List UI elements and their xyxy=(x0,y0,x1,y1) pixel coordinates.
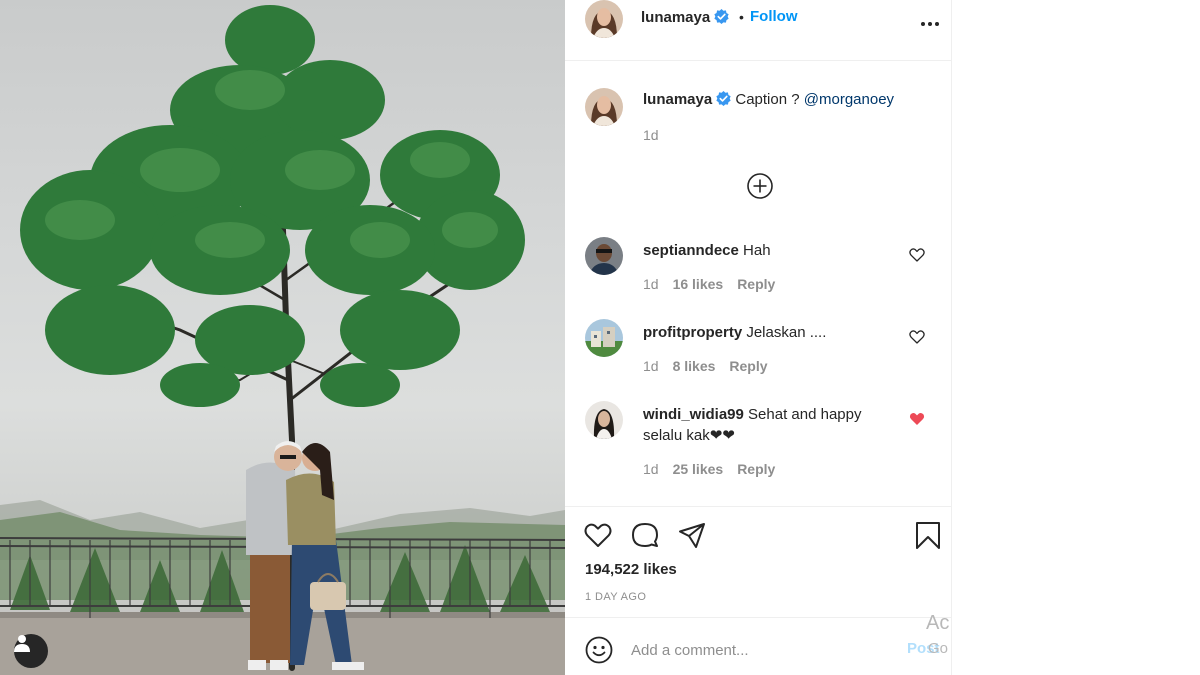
user-tag-icon xyxy=(14,635,30,652)
comment-body: septianndece Hah xyxy=(643,240,903,261)
caption-author-avatar[interactable] xyxy=(585,88,623,126)
bookmark-icon[interactable] xyxy=(913,520,943,550)
caption-line: lunamaya Caption ? @morganoey xyxy=(643,91,894,108)
commenter-avatar[interactable] xyxy=(585,401,623,439)
post-photo[interactable] xyxy=(0,0,565,675)
commenter-username[interactable]: septianndece xyxy=(643,242,739,259)
post-timestamp[interactable]: 1 DAY AGO xyxy=(585,591,646,603)
reply-button[interactable]: Reply xyxy=(729,358,767,374)
comment-likes[interactable]: 16 likes xyxy=(673,276,724,292)
post-details-panel: lunamaya • Follow lunamaya Caption ? @mo… xyxy=(565,0,952,675)
commenter-avatar[interactable] xyxy=(585,237,623,275)
author-avatar[interactable] xyxy=(585,0,623,38)
comment-body: windi_widia99 Sehat and happy selalu kak… xyxy=(643,404,903,446)
commenter-username[interactable]: profitproperty xyxy=(643,324,742,341)
comment-icon[interactable] xyxy=(630,520,660,550)
more-options-icon[interactable] xyxy=(919,6,941,30)
caption-mention-link[interactable]: @morganoey xyxy=(804,91,894,108)
comment-body: profitproperty Jelaskan .... xyxy=(643,322,903,343)
load-more-comments-icon[interactable] xyxy=(747,173,773,199)
add-comment-bar: Post xyxy=(565,617,952,675)
comment-text: Jelaskan .... xyxy=(746,324,827,341)
photo-scene xyxy=(0,5,565,675)
comment-text: Hah xyxy=(743,242,771,259)
comment-timestamp[interactable]: 1d xyxy=(643,461,659,477)
activation-watermark-line2: Go xyxy=(928,640,949,657)
heart-icon[interactable] xyxy=(583,520,613,550)
commenter-username[interactable]: windi_widia99 xyxy=(643,406,744,423)
comment-heart-icon[interactable] xyxy=(909,329,925,345)
comment-likes[interactable]: 25 likes xyxy=(673,461,724,477)
share-icon[interactable] xyxy=(677,520,707,550)
caption-timestamp[interactable]: 1d xyxy=(643,127,659,143)
caption-author-username[interactable]: lunamaya xyxy=(643,91,712,108)
verified-badge-icon xyxy=(714,9,729,24)
verified-badge-icon xyxy=(716,91,731,106)
commenter-avatar[interactable] xyxy=(585,319,623,357)
activation-watermark-line1: Ac xyxy=(926,612,950,634)
author-username[interactable]: lunamaya xyxy=(641,9,729,26)
likes-count[interactable]: 194,522 likes xyxy=(585,561,677,578)
comment-meta: 1d 16 likes Reply xyxy=(643,276,789,292)
comment-heart-icon[interactable] xyxy=(909,247,925,263)
comment-meta: 1d 25 likes Reply xyxy=(643,461,789,477)
comment-meta: 1d 8 likes Reply xyxy=(643,358,782,374)
comment-input[interactable] xyxy=(631,638,891,662)
follow-button[interactable]: Follow xyxy=(750,8,798,25)
comment-heart-liked-icon[interactable] xyxy=(909,411,925,427)
reply-button[interactable]: Reply xyxy=(737,276,775,292)
header-separator: • xyxy=(739,9,744,25)
user-tag-button[interactable] xyxy=(14,634,48,668)
author-username-text[interactable]: lunamaya xyxy=(641,9,710,26)
comment-timestamp[interactable]: 1d xyxy=(643,358,659,374)
caption-text: Caption ? xyxy=(735,91,800,108)
reply-button[interactable]: Reply xyxy=(737,461,775,477)
comment-likes[interactable]: 8 likes xyxy=(673,358,716,374)
emoji-icon[interactable] xyxy=(585,636,613,664)
post-header: lunamaya • Follow xyxy=(565,0,952,61)
comment-timestamp[interactable]: 1d xyxy=(643,276,659,292)
